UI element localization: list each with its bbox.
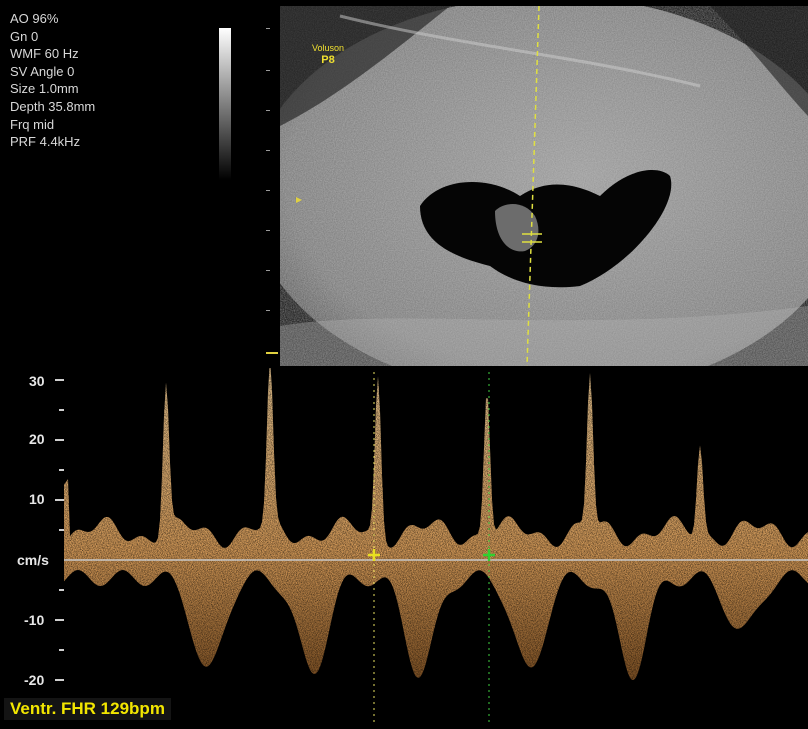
grayscale-bar bbox=[219, 28, 231, 180]
param-sample-volume-size: Size 1.0mm bbox=[10, 81, 79, 97]
axis-label-10: 10 bbox=[29, 491, 45, 507]
param-gain: Gn 0 bbox=[10, 28, 39, 44]
doppler-waveform-texture bbox=[64, 358, 808, 680]
param-depth: Depth 35.8mm bbox=[10, 98, 96, 114]
doppler-spectrum bbox=[55, 358, 808, 724]
depth-scale bbox=[266, 0, 276, 365]
axis-label-20: 20 bbox=[29, 431, 45, 447]
probe-preset: P8 bbox=[321, 54, 335, 66]
axis-label-minus-10: -10 bbox=[24, 612, 45, 628]
fetal-heart-rate-readout: Ventr. FHR 129bpm bbox=[4, 698, 171, 720]
param-ao: AO 96% bbox=[10, 11, 59, 26]
brand-logo: Voluson P8 bbox=[312, 42, 344, 66]
doppler-grain-overlay bbox=[64, 358, 808, 680]
param-prf: PRF 4.4kHz bbox=[10, 134, 81, 150]
param-frequency: Frq mid bbox=[10, 116, 55, 132]
param-wall-motion-filter: WMF 60 Hz bbox=[10, 46, 79, 62]
b-mode-image[interactable] bbox=[280, 6, 808, 366]
axis-label-minus-20: -20 bbox=[24, 672, 45, 688]
param-sv-angle: SV Angle 0 bbox=[10, 63, 75, 79]
b-mode-scan bbox=[280, 6, 808, 366]
focus-marker bbox=[266, 352, 278, 354]
brand-name: Voluson bbox=[312, 43, 345, 53]
doppler-spectrum-panel[interactable] bbox=[0, 358, 808, 724]
velocity-axis-ticks bbox=[55, 379, 64, 681]
axis-label-30: 30 bbox=[29, 373, 45, 389]
acquisition-parameters: AO 96% Gn 0 WMF 60 Hz SV Angle 0 Size 1.… bbox=[10, 10, 95, 151]
velocity-unit-label: cm/s bbox=[17, 552, 49, 568]
